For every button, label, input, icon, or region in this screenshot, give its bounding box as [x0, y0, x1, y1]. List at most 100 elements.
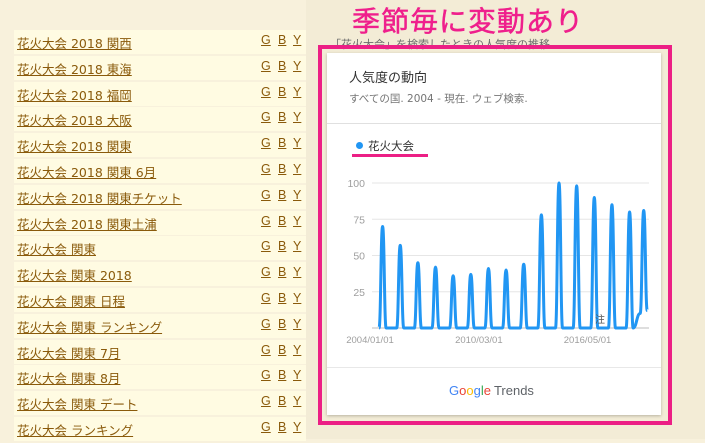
overlay-title: 季節毎に変動あり	[352, 0, 584, 40]
keyword-link[interactable]: 花火大会 2018 関東土浦	[17, 214, 157, 233]
table-row: 花火大会 2018 福岡 GBY	[0, 82, 306, 108]
bing-search-link[interactable]: B	[278, 368, 286, 382]
bing-search-link[interactable]: B	[278, 136, 286, 150]
google-search-link[interactable]: G	[261, 239, 271, 253]
table-row: 花火大会 関東 ランキング GBY	[0, 314, 306, 340]
yahoo-search-link[interactable]: Y	[293, 33, 301, 47]
keyword-cell: 花火大会 関東 日程	[14, 288, 258, 312]
bing-search-link[interactable]: B	[278, 110, 286, 124]
keyword-link[interactable]: 花火大会 関東 日程	[17, 291, 125, 310]
keyword-link[interactable]: 花火大会 2018 関東チケット	[17, 188, 182, 207]
keyword-link[interactable]: 花火大会 関東 8月	[17, 368, 120, 387]
keyword-link[interactable]: 花火大会 関東 7月	[17, 343, 120, 362]
keyword-cell: 花火大会 2018 大阪	[14, 107, 258, 131]
table-row: 花火大会 関東 GBY	[0, 236, 306, 262]
keyword-link[interactable]: 花火大会 2018 関東 6月	[17, 162, 156, 181]
engine-links-cell: GBY	[258, 314, 306, 338]
google-search-link[interactable]: G	[261, 420, 271, 434]
table-row: 花火大会 2018 大阪 GBY	[0, 107, 306, 133]
engine-links-cell: GBY	[258, 365, 306, 389]
keyword-link[interactable]: 花火大会 2018 大阪	[17, 110, 132, 129]
yahoo-search-link[interactable]: Y	[293, 420, 301, 434]
yahoo-search-link[interactable]: Y	[293, 239, 301, 253]
yahoo-search-link[interactable]: Y	[293, 214, 301, 228]
bing-search-link[interactable]: B	[278, 265, 286, 279]
yahoo-search-link[interactable]: Y	[293, 85, 301, 99]
highlight-frame	[318, 45, 672, 425]
google-search-link[interactable]: G	[261, 85, 271, 99]
engine-links-cell: GBY	[258, 82, 306, 106]
table-row: 花火大会 2018 東海 GBY	[0, 56, 306, 82]
yahoo-search-link[interactable]: Y	[293, 368, 301, 382]
keyword-link[interactable]: 花火大会 関東	[17, 239, 96, 258]
yahoo-search-link[interactable]: Y	[293, 162, 301, 176]
engine-links-cell: GBY	[258, 417, 306, 441]
google-search-link[interactable]: G	[261, 291, 271, 305]
bing-search-link[interactable]: B	[278, 188, 286, 202]
table-row: 花火大会 2018 関東 6月 GBY	[0, 159, 306, 185]
yahoo-search-link[interactable]: Y	[293, 317, 301, 331]
keyword-cell: 花火大会 ランキング	[14, 417, 258, 441]
engine-links-cell: GBY	[258, 262, 306, 286]
keyword-list: 花火大会 2018 関西GBY花火大会 2018 東海GBY花火大会 2018 …	[0, 0, 306, 439]
yahoo-search-link[interactable]: Y	[293, 110, 301, 124]
yahoo-search-link[interactable]: Y	[293, 291, 301, 305]
keyword-cell: 花火大会 2018 福岡	[14, 82, 258, 106]
google-search-link[interactable]: G	[261, 188, 271, 202]
engine-links-cell: GBY	[258, 133, 306, 157]
google-search-link[interactable]: G	[261, 317, 271, 331]
keyword-link[interactable]: 花火大会 2018 福岡	[17, 85, 132, 104]
google-search-link[interactable]: G	[261, 136, 271, 150]
yahoo-search-link[interactable]: Y	[293, 59, 301, 73]
engine-links-cell: GBY	[258, 340, 306, 364]
google-search-link[interactable]: G	[261, 59, 271, 73]
keyword-cell: 花火大会 2018 関東チケット	[14, 185, 258, 209]
keyword-link[interactable]: 花火大会 2018 関西	[17, 33, 132, 52]
keyword-cell: 花火大会 関東	[14, 236, 258, 260]
google-search-link[interactable]: G	[261, 110, 271, 124]
keyword-link[interactable]: 花火大会 2018 関東	[17, 136, 132, 155]
keyword-link[interactable]: 花火大会 2018 東海	[17, 59, 132, 78]
engine-links-cell: GBY	[258, 185, 306, 209]
bing-search-link[interactable]: B	[278, 33, 286, 47]
yahoo-search-link[interactable]: Y	[293, 136, 301, 150]
keyword-link[interactable]: 花火大会 関東 デート	[17, 394, 137, 413]
bing-search-link[interactable]: B	[278, 420, 286, 434]
bing-search-link[interactable]: B	[278, 162, 286, 176]
google-search-link[interactable]: G	[261, 162, 271, 176]
table-row: 花火大会 2018 関西 GBY	[0, 30, 306, 56]
table-row: 花火大会 2018 関東チケット GBY	[0, 185, 306, 211]
engine-links-cell: GBY	[258, 391, 306, 415]
bing-search-link[interactable]: B	[278, 394, 286, 408]
keyword-cell: 花火大会 2018 関東	[14, 133, 258, 157]
yahoo-search-link[interactable]: Y	[293, 394, 301, 408]
bing-search-link[interactable]: B	[278, 214, 286, 228]
bing-search-link[interactable]: B	[278, 291, 286, 305]
google-search-link[interactable]: G	[261, 214, 271, 228]
bing-search-link[interactable]: B	[278, 85, 286, 99]
keyword-link[interactable]: 花火大会 関東 ランキング	[17, 317, 162, 336]
table-row: 花火大会 関東 7月 GBY	[0, 340, 306, 366]
keyword-link[interactable]: 花火大会 関東 2018	[17, 265, 132, 284]
keyword-cell: 花火大会 関東 ランキング	[14, 314, 258, 338]
engine-links-cell: GBY	[258, 288, 306, 312]
google-search-link[interactable]: G	[261, 265, 271, 279]
engine-links-cell: GBY	[258, 236, 306, 260]
google-search-link[interactable]: G	[261, 394, 271, 408]
google-search-link[interactable]: G	[261, 368, 271, 382]
bing-search-link[interactable]: B	[278, 343, 286, 357]
google-search-link[interactable]: G	[261, 33, 271, 47]
keyword-cell: 花火大会 2018 東海	[14, 56, 258, 80]
google-search-link[interactable]: G	[261, 343, 271, 357]
yahoo-search-link[interactable]: Y	[293, 265, 301, 279]
engine-links-cell: GBY	[258, 159, 306, 183]
table-row: 花火大会 関東 デート GBY	[0, 391, 306, 417]
keyword-link[interactable]: 花火大会 ランキング	[17, 420, 133, 439]
yahoo-search-link[interactable]: Y	[293, 343, 301, 357]
yahoo-search-link[interactable]: Y	[293, 188, 301, 202]
bing-search-link[interactable]: B	[278, 59, 286, 73]
table-row: 花火大会 2018 関東 GBY	[0, 133, 306, 159]
bing-search-link[interactable]: B	[278, 317, 286, 331]
bing-search-link[interactable]: B	[278, 239, 286, 253]
engine-links-cell: GBY	[258, 56, 306, 80]
